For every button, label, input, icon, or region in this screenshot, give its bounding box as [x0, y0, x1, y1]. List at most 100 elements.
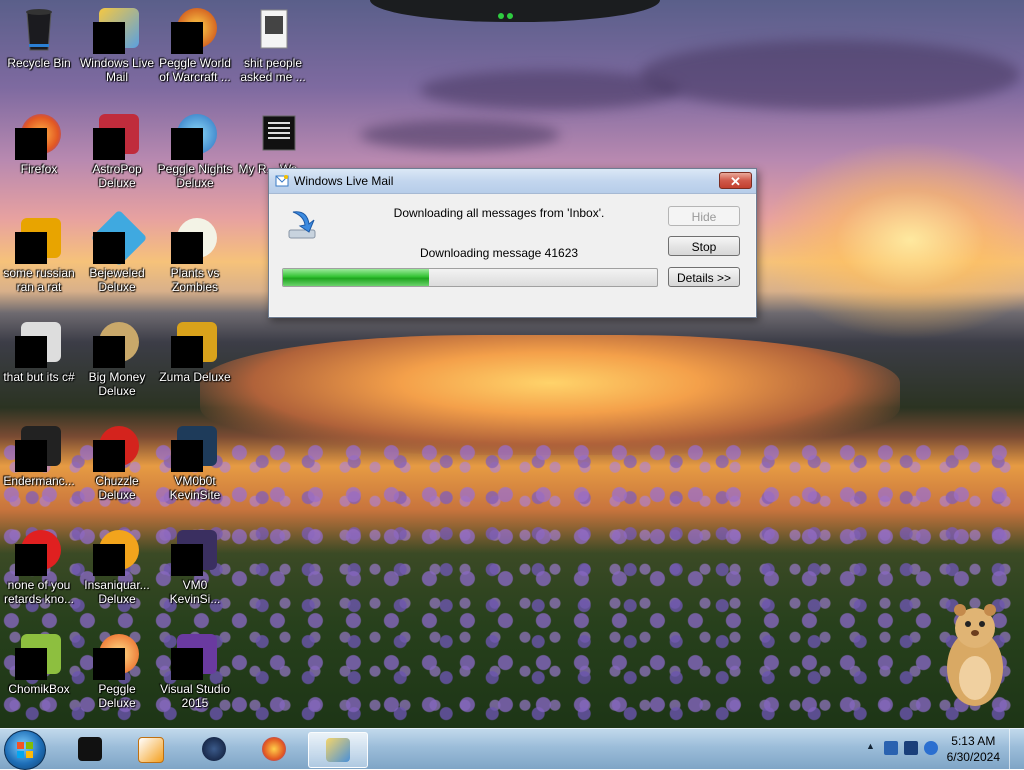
- opera-icon: [15, 528, 63, 576]
- media-player-icon: [138, 737, 164, 763]
- desktop-icon-that-but-its-csharp[interactable]: that but its c#: [0, 320, 78, 384]
- icon-label: Firefox: [20, 162, 58, 176]
- desktop-icon-peggle-deluxe[interactable]: Peggle Deluxe: [78, 632, 156, 710]
- windows-live-mail-icon: [326, 738, 350, 762]
- icon-label: Visual Studio 2015: [160, 682, 230, 710]
- show-desktop-button[interactable]: [1009, 729, 1024, 769]
- icon-label: Peggle Nights Deluxe: [157, 162, 233, 190]
- icon-label: ChomikBox: [8, 682, 70, 696]
- progress-bar-fill: [283, 269, 429, 286]
- desktop-icon-chomikbox[interactable]: ChomikBox: [0, 632, 78, 696]
- icon-label: Recycle Bin: [7, 56, 71, 70]
- icon-label: that but its c#: [3, 370, 75, 384]
- download-status-message: Downloading all messages from 'Inbox'.: [393, 206, 605, 220]
- clock[interactable]: 5:13 AM 6/30/2024: [947, 733, 1000, 765]
- desktop-icon-peggle-world-of-warcraft[interactable]: Peggle World of Warcraft ...: [156, 6, 234, 84]
- monitor-icon[interactable]: [904, 741, 918, 755]
- close-button[interactable]: ✕: [719, 172, 752, 189]
- desktop-icon-peggle-nights-deluxe[interactable]: Peggle Nights Deluxe: [156, 112, 234, 190]
- icon-label: Chuzzle Deluxe: [95, 474, 139, 502]
- icon-label: Big Money Deluxe: [88, 370, 146, 398]
- desktop-icon-recycle-bin[interactable]: Recycle Bin: [0, 6, 78, 70]
- plants-vs-zombies-icon: [171, 216, 219, 264]
- desktop-icon-plants-vs-zombies[interactable]: Plants vs Zombies: [156, 216, 234, 294]
- desktop-icon-bejeweled-deluxe[interactable]: Bejeweled Deluxe: [78, 209, 156, 294]
- desktop-icon-visual-studio-2015[interactable]: Visual Studio 2015: [156, 632, 234, 710]
- icon-label: VM0b0t KevinSite: [169, 474, 221, 502]
- desktop-icon-astropop-deluxe[interactable]: AstroPop Deluxe: [78, 112, 156, 190]
- taskbar-item-media-player[interactable]: [124, 732, 176, 766]
- taskbar-item-windows-live-mail[interactable]: [308, 732, 368, 768]
- desktop-icon-windows-live-mail[interactable]: Windows Live Mail: [78, 6, 156, 84]
- bejeweled-icon: [90, 209, 148, 267]
- windows-live-mail-icon: [93, 6, 141, 54]
- icon-label: Zuma Deluxe: [159, 370, 231, 384]
- taskbar-item-firefox[interactable]: [248, 732, 300, 766]
- speaker-icon[interactable]: [924, 741, 938, 755]
- gadget-leds: [498, 6, 526, 19]
- icon-label: Windows Live Mail: [79, 56, 155, 84]
- stop-button[interactable]: Stop: [668, 236, 740, 256]
- top-gadget-bar: [370, 0, 660, 22]
- insaniquarium-icon: [93, 528, 141, 576]
- hamster-desktop-pet: [947, 604, 1003, 706]
- desktop-icon-chuzzle-deluxe[interactable]: Chuzzle Deluxe: [78, 424, 156, 502]
- astropop-icon: [93, 112, 141, 160]
- download-arrow-icon: [288, 211, 316, 239]
- show-hidden-icons-arrow[interactable]: ▲: [866, 741, 875, 751]
- taskbar: ▲ 5:13 AM 6/30/2024: [0, 728, 1024, 770]
- desktop-icon-none-of-you[interactable]: none of you retards kno...: [0, 528, 78, 606]
- system-tray: ▲ 5:13 AM 6/30/2024: [844, 729, 1024, 769]
- clock-date: 6/30/2024: [946, 750, 1000, 764]
- desktop-icon-shit-people-asked-me[interactable]: shit people asked me ...: [234, 6, 312, 84]
- recycle-bin-icon: [15, 6, 63, 54]
- clock-time: 5:13 AM: [951, 734, 996, 748]
- desktop-icon-zuma-deluxe[interactable]: Zuma Deluxe: [156, 320, 234, 384]
- icon-label: Peggle World of Warcraft ...: [159, 56, 231, 84]
- desktop-icon-big-money-deluxe[interactable]: Big Money Deluxe: [78, 320, 156, 398]
- console-icon: [15, 424, 63, 472]
- desktop-icon-vm0b0t-kevinsite[interactable]: VM0b0t KevinSite: [156, 424, 234, 502]
- download-progress-bar: [282, 268, 658, 287]
- big-money-icon: [93, 320, 141, 368]
- icon-label: AstroPop Deluxe: [92, 162, 142, 190]
- start-button[interactable]: [4, 730, 46, 770]
- vm-icon: [171, 528, 219, 576]
- peggle-icon: [93, 632, 141, 680]
- desktop-icon-some-russian-ran-a-rat[interactable]: some russian ran a rat: [0, 216, 78, 294]
- desktop-icon-vm0-kevinsite[interactable]: VM0 KevinSi...: [156, 528, 234, 606]
- wallpaper-lake-reflection: [200, 335, 900, 455]
- icon-label: VM0 KevinSi...: [169, 578, 221, 606]
- folder-icon: [249, 6, 297, 54]
- zuma-icon: [171, 320, 219, 368]
- icon-label: Plants vs Zombies: [170, 266, 220, 294]
- wallpaper-sun-glow: [760, 140, 1024, 340]
- vm-icon: [171, 424, 219, 472]
- desktop-icon-my-r-wa[interactable]: My R... Wa...: [234, 112, 312, 176]
- visual-studio-icon: [171, 632, 219, 680]
- hide-button[interactable]: Hide: [668, 206, 740, 226]
- chomikbox-icon: [15, 632, 63, 680]
- details-button[interactable]: Details >>: [668, 267, 740, 287]
- desktop-icon-firefox[interactable]: Firefox: [0, 112, 78, 176]
- taskbar-item-dark-globe-app[interactable]: [188, 732, 240, 766]
- wallpaper-cloud: [640, 40, 1020, 110]
- files-icon: [15, 320, 63, 368]
- icon-label: Bejeweled Deluxe: [89, 266, 145, 294]
- download-progress-message: Downloading message 41623: [419, 246, 579, 260]
- dialog-titlebar[interactable]: Windows Live Mail ✕: [269, 169, 756, 194]
- icon-label: Peggle Deluxe: [98, 682, 136, 710]
- taskbar-item-black-box-app[interactable]: [64, 732, 116, 766]
- icon-label: none of you retards kno...: [3, 578, 75, 606]
- network-icon[interactable]: [884, 741, 898, 755]
- dialog-title: Windows Live Mail: [294, 174, 394, 188]
- icon-label: shit people asked me ...: [240, 56, 306, 84]
- console-icon: [249, 112, 297, 160]
- globe-icon: [202, 737, 226, 761]
- desktop-icon-endermanc[interactable]: Endermanc...: [0, 424, 78, 488]
- firefox-icon: [262, 737, 286, 761]
- desktop-icon-insaniquarium-deluxe[interactable]: Insaniquar... Deluxe: [78, 528, 156, 606]
- peggle-wow-icon: [171, 6, 219, 54]
- windows-live-mail-download-dialog: Windows Live Mail ✕ Downloading all mess…: [268, 168, 757, 318]
- dialog-body: Downloading all messages from 'Inbox'. D…: [269, 194, 756, 317]
